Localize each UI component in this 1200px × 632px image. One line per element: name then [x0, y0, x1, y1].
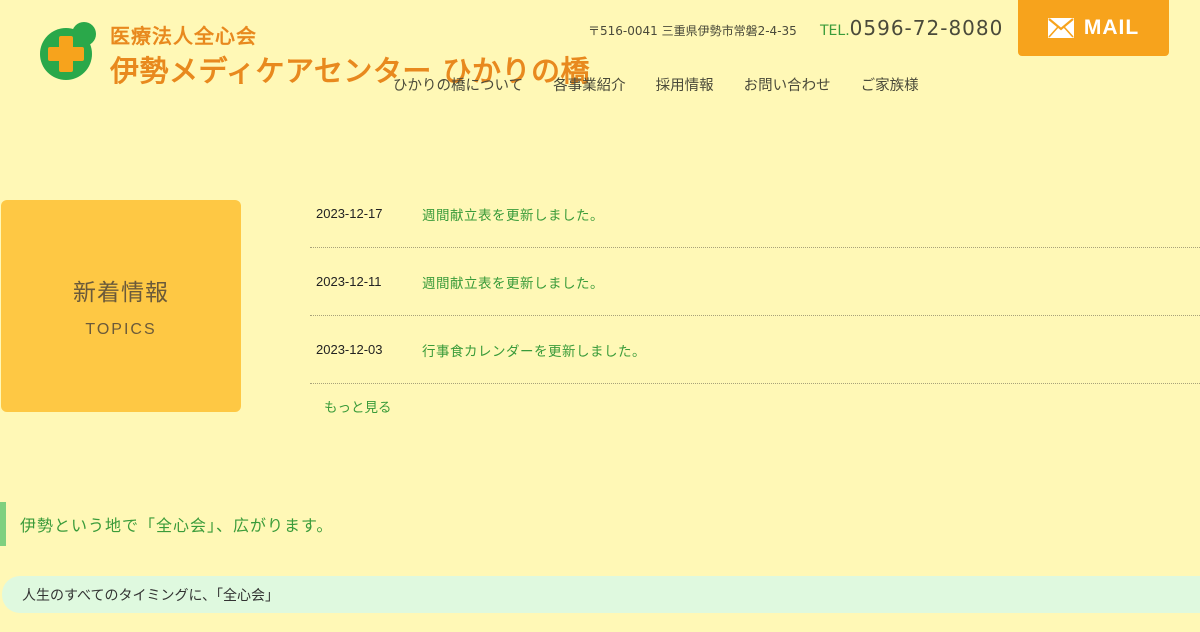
topics-subtitle: TOPICS — [85, 321, 157, 338]
logo-subtitle: 医療法人全心会 — [110, 24, 257, 48]
news-link[interactable]: 週間献立表を更新しました。 — [422, 204, 604, 224]
address-text: 〒516-0041 三重県伊勢市常磐2-4-35 — [588, 24, 797, 38]
page: 医療法人全心会 伊勢メディケアセンター ひかりの橋 〒516-0041 三重県伊… — [0, 0, 1200, 632]
news-list: 2023-12-17 週間献立表を更新しました。 2023-12-11 週間献立… — [310, 180, 1200, 416]
tel-label: TEL. — [820, 23, 850, 39]
main-nav: ひかりの橋について 各事業紹介 採用情報 お問い合わせ ご家族様 — [393, 74, 919, 95]
topics-box: 新着情報 TOPICS — [1, 200, 241, 412]
envelope-icon — [1047, 18, 1074, 38]
nav-item-about[interactable]: ひかりの橋について — [393, 74, 523, 95]
news-date: 2023-12-03 — [316, 342, 383, 357]
nav-item-services[interactable]: 各事業紹介 — [553, 74, 626, 95]
news-date: 2023-12-11 — [316, 274, 382, 289]
tel-contact[interactable]: TEL.0596-72-8080 — [820, 16, 1003, 40]
mail-button-label: MAIL — [1083, 16, 1140, 39]
mail-button[interactable]: MAIL — [1018, 0, 1169, 56]
tel-number: 0596-72-8080 — [849, 16, 1004, 40]
news-item: 2023-12-03 行事食カレンダーを更新しました。 — [310, 316, 1200, 384]
more-news-link[interactable]: もっと見る — [324, 396, 392, 416]
nav-item-recruit[interactable]: 採用情報 — [656, 74, 714, 95]
topics-title: 新着情報 — [73, 280, 169, 306]
section-subheading: 人生のすべてのタイミングに、「全心会」 — [2, 576, 1200, 613]
nav-item-family[interactable]: ご家族様 — [861, 74, 919, 95]
news-item: 2023-12-11 週間献立表を更新しました。 — [310, 248, 1200, 316]
nav-item-contact[interactable]: お問い合わせ — [744, 74, 831, 95]
news-item: 2023-12-17 週間献立表を更新しました。 — [310, 180, 1200, 248]
news-link[interactable]: 行事食カレンダーを更新しました。 — [422, 340, 646, 360]
news-date: 2023-12-17 — [316, 206, 383, 221]
section-heading: 伊勢という地で「全心会」、広がります。 — [0, 502, 600, 546]
logo-cross-icon — [40, 22, 96, 80]
news-link[interactable]: 週間献立表を更新しました。 — [422, 272, 604, 292]
